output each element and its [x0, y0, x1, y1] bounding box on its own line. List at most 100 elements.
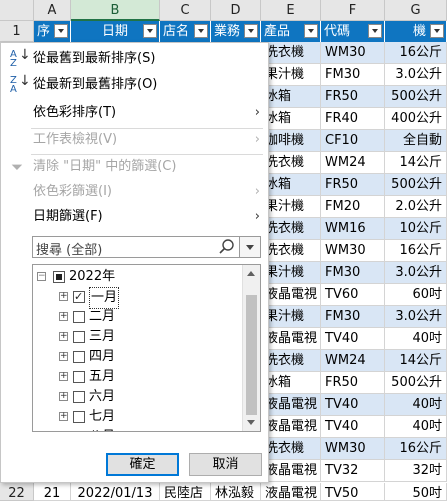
filter-dropdown-button[interactable]: [368, 24, 382, 38]
table-cell[interactable]: 洗衣機: [261, 42, 321, 64]
table-cell[interactable]: 32吋: [385, 460, 447, 482]
table-cell[interactable]: 16公斤: [385, 240, 447, 262]
tree-node-month[interactable]: + 四月: [37, 347, 237, 367]
tree-node-year[interactable]: − 2022年: [37, 267, 237, 287]
table-cell[interactable]: 2022/01/13: [71, 483, 160, 501]
header-cell-spec[interactable]: 機: [385, 21, 447, 42]
table-cell[interactable]: TV40: [321, 394, 385, 416]
table-cell[interactable]: 3.0公升: [385, 64, 447, 86]
table-cell[interactable]: 洗衣機: [261, 152, 321, 174]
search-field[interactable]: 搜尋 (全部): [32, 236, 261, 258]
table-cell[interactable]: 40吋: [385, 416, 447, 438]
table-cell[interactable]: 40吋: [385, 394, 447, 416]
menu-item-sort-by-color[interactable]: 依色彩排序(T) ›: [1, 101, 268, 125]
checkbox-year[interactable]: [53, 271, 65, 283]
column-header-b[interactable]: B: [71, 0, 160, 21]
table-cell[interactable]: FR50: [321, 86, 385, 108]
table-cell[interactable]: 500公升: [385, 86, 447, 108]
checkbox-month[interactable]: [73, 431, 85, 432]
tree-node-month[interactable]: +八月: [37, 427, 237, 432]
checkbox-month[interactable]: [73, 411, 85, 423]
table-cell[interactable]: TV32: [321, 460, 385, 482]
header-cell-seq[interactable]: 序: [34, 21, 71, 42]
table-cell[interactable]: 3.0公升: [385, 306, 447, 328]
table-cell[interactable]: 果汁機: [261, 306, 321, 328]
column-header-c[interactable]: C: [160, 0, 211, 21]
tree-node-month[interactable]: + 二月: [37, 307, 237, 327]
table-cell[interactable]: WM30: [321, 240, 385, 262]
tree-node-month[interactable]: + 七月: [37, 407, 237, 427]
table-cell[interactable]: 10公斤: [385, 218, 447, 240]
table-cell[interactable]: 16公斤: [385, 42, 447, 64]
table-cell[interactable]: FR50: [321, 372, 385, 394]
table-cell[interactable]: 果汁機: [261, 196, 321, 218]
table-cell[interactable]: FM30: [321, 262, 385, 284]
table-cell[interactable]: FM30: [321, 64, 385, 86]
table-cell[interactable]: 冰箱: [261, 86, 321, 108]
tree-node-month[interactable]: + 六月: [37, 387, 237, 407]
tree-node-month[interactable]: + 五月: [37, 367, 237, 387]
table-cell[interactable]: 16公斤: [385, 438, 447, 460]
table-cell[interactable]: 500公升: [385, 174, 447, 196]
table-cell[interactable]: 冰箱: [261, 108, 321, 130]
table-cell[interactable]: FR40: [321, 108, 385, 130]
menu-item-sort-ascending[interactable]: A Z ↓ 從最舊到最新排序(S): [1, 47, 268, 71]
table-cell[interactable]: TV40: [321, 416, 385, 438]
table-cell[interactable]: WM24: [321, 152, 385, 174]
table-cell[interactable]: 40吋: [385, 328, 447, 350]
checkbox-month[interactable]: [73, 351, 85, 363]
filter-dropdown-button[interactable]: [430, 24, 444, 38]
expand-icon[interactable]: +: [59, 312, 68, 321]
checkbox-month[interactable]: [73, 331, 85, 343]
table-cell[interactable]: 洗衣機: [261, 240, 321, 262]
checkbox-month[interactable]: [73, 371, 85, 383]
column-header-e[interactable]: E: [261, 0, 321, 21]
filter-dropdown-button[interactable]: [194, 24, 208, 38]
table-cell[interactable]: 果汁機: [261, 262, 321, 284]
expand-icon[interactable]: +: [59, 392, 68, 401]
table-cell[interactable]: WM30: [321, 42, 385, 64]
table-cell[interactable]: 液晶電視: [261, 284, 321, 306]
cancel-button[interactable]: 取消: [189, 453, 262, 476]
table-cell[interactable]: 14公斤: [385, 350, 447, 372]
table-cell[interactable]: TV50: [321, 483, 385, 501]
table-cell[interactable]: 3.0公升: [385, 262, 447, 284]
header-cell-date[interactable]: 日期: [71, 21, 160, 42]
header-cell-store[interactable]: 店名: [160, 21, 211, 42]
table-cell[interactable]: FM30: [321, 306, 385, 328]
table-cell[interactable]: 500公升: [385, 372, 447, 394]
column-header-g[interactable]: G: [385, 0, 447, 21]
table-cell[interactable]: 液晶電視: [261, 416, 321, 438]
checkbox-month[interactable]: [73, 391, 85, 403]
table-cell[interactable]: FR50: [321, 174, 385, 196]
table-cell[interactable]: WM24: [321, 350, 385, 372]
search-icon[interactable]: [217, 238, 237, 256]
menu-item-date-filters[interactable]: 日期篩選(F) ›: [1, 205, 268, 229]
table-cell[interactable]: 洗衣機: [261, 438, 321, 460]
scroll-down-arrow[interactable]: [243, 414, 260, 431]
table-cell[interactable]: 洗衣機: [261, 350, 321, 372]
tree-scrollbar[interactable]: [242, 265, 260, 431]
tree-node-month[interactable]: + 三月: [37, 327, 237, 347]
table-cell[interactable]: 洗衣機: [261, 218, 321, 240]
menu-item-sort-descending[interactable]: Z A ↓ 從最新到最舊排序(O): [1, 73, 268, 97]
table-cell[interactable]: 液晶電視: [261, 460, 321, 482]
checkbox-month[interactable]: [73, 287, 85, 307]
expand-icon[interactable]: +: [59, 292, 68, 301]
header-cell-code[interactable]: 代碼: [321, 21, 385, 42]
filter-dropdown-button[interactable]: [304, 24, 318, 38]
table-cell[interactable]: WM16: [321, 218, 385, 240]
row-header-22[interactable]: 22: [0, 483, 34, 501]
table-cell[interactable]: WM30: [321, 438, 385, 460]
table-cell[interactable]: 14公斤: [385, 152, 447, 174]
header-cell-product[interactable]: 產品: [261, 21, 321, 42]
scroll-up-arrow[interactable]: [243, 265, 260, 282]
table-cell[interactable]: 50吋: [385, 483, 447, 501]
column-header-a[interactable]: A: [34, 0, 71, 21]
table-cell[interactable]: 2.0公升: [385, 196, 447, 218]
table-cell[interactable]: TV60: [321, 284, 385, 306]
table-cell[interactable]: 冰箱: [261, 174, 321, 196]
search-dropdown-button[interactable]: [239, 237, 260, 257]
header-cell-sales[interactable]: 業務: [211, 21, 261, 42]
table-cell[interactable]: 民陸店: [160, 483, 211, 501]
